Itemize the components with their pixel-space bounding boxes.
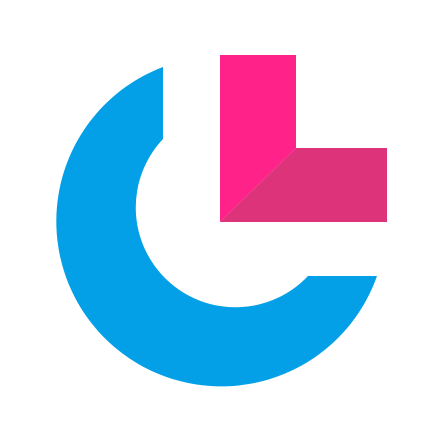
ring-arc-shape <box>56 67 377 387</box>
logo-icon <box>56 55 387 387</box>
logo-canvas <box>0 0 440 440</box>
